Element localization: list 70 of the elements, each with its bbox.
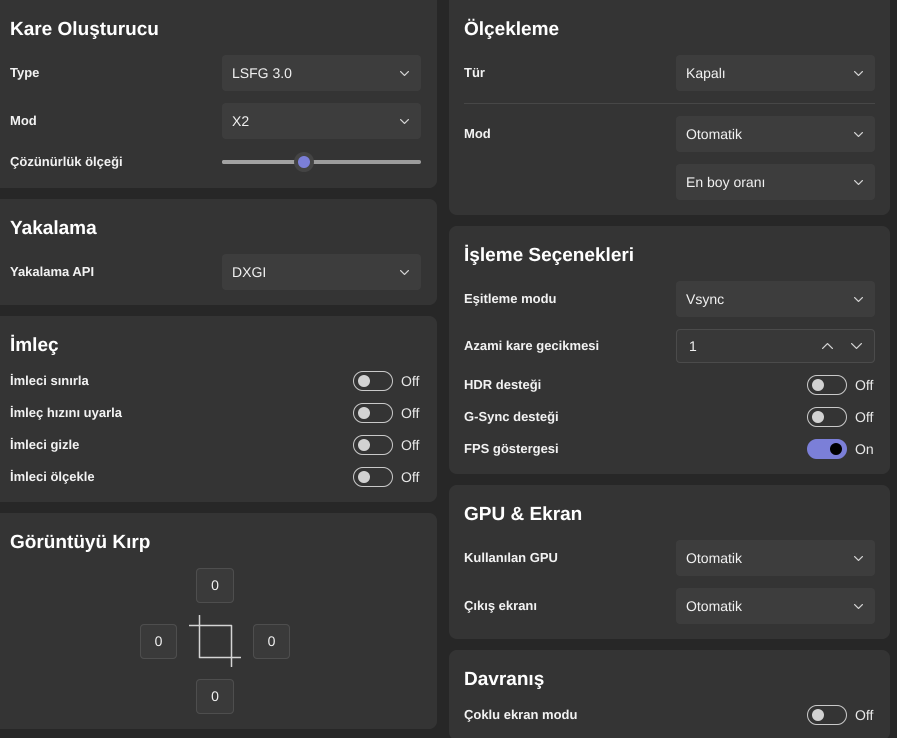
crop-icon [189, 615, 241, 667]
chevron-down-icon[interactable] [854, 70, 863, 76]
crop-value-field[interactable]: 0 [140, 624, 177, 658]
section-title: GPU & Ekran [464, 503, 584, 527]
setting-label: Yakalama API [10, 264, 94, 280]
section-title: İşleme Seçenekleri [464, 244, 636, 268]
chevron-down-icon[interactable] [851, 343, 862, 349]
dropdown[interactable]: LSFG 3.0 [222, 55, 421, 91]
toggle-switch[interactable] [353, 435, 393, 455]
dropdown[interactable]: Otomatik [676, 540, 875, 576]
setting-label: İmleci sınırla [10, 373, 89, 389]
toggle-state-text: Off [401, 372, 420, 390]
dropdown[interactable]: Otomatik [676, 588, 875, 624]
dropdown[interactable]: Otomatik [676, 116, 875, 152]
crop-value-field[interactable]: 0 [196, 568, 234, 603]
toggle-state-text: On [855, 440, 875, 458]
setting-label: Azami kare gecikmesi [464, 338, 600, 354]
setting-label: İmleci ölçekle [10, 469, 95, 485]
chevron-down-icon[interactable] [400, 70, 409, 76]
section-title: Davranış [464, 668, 546, 692]
crop-value-field[interactable]: 0 [196, 679, 234, 714]
section-title: Yakalama [10, 217, 98, 241]
toggle-state-text: Off [401, 468, 420, 486]
chevron-down-icon[interactable] [854, 132, 863, 136]
toggle-state-text: Off [855, 706, 874, 724]
setting-label: HDR desteği [464, 377, 542, 393]
section-title: Görüntüyü Kırp [10, 531, 152, 555]
toggle-state-text: Off [401, 436, 420, 454]
setting-label: Çıkış ekranı [464, 598, 537, 614]
setting-label: Çoklu ekran modu [464, 707, 578, 723]
toggle-switch[interactable] [807, 705, 847, 725]
toggle-switch[interactable] [353, 467, 393, 487]
chevron-down-icon[interactable] [854, 180, 863, 184]
setting-label: Type [10, 65, 40, 81]
chevron-down-icon[interactable] [854, 604, 863, 608]
dropdown[interactable]: Kapalı [676, 55, 875, 91]
setting-label: Mod [10, 113, 37, 129]
chevron-down-icon[interactable] [400, 118, 409, 124]
chevron-up-icon[interactable] [822, 343, 833, 349]
setting-label: Kullanılan GPU [464, 550, 558, 566]
toggle-switch[interactable] [807, 439, 847, 459]
toggle-switch[interactable] [807, 375, 847, 395]
toggle-switch[interactable] [353, 371, 393, 391]
setting-label: Mod [464, 126, 491, 142]
toggle-state-text: Off [401, 404, 420, 422]
dropdown[interactable]: En boy oranı [676, 164, 875, 200]
setting-label: Eşitleme modu [464, 291, 556, 307]
chevron-down-icon[interactable] [854, 296, 863, 302]
toggle-state-text: Off [855, 376, 874, 394]
setting-label: Tür [464, 65, 485, 81]
slider-thumb[interactable] [294, 152, 314, 172]
dropdown[interactable]: X2 [222, 103, 421, 139]
setting-label: Çözünürlük ölçeği [10, 154, 123, 170]
section-title: İmleç [10, 334, 60, 358]
toggle-state-text: Off [855, 408, 874, 426]
number-input[interactable]: 1 [676, 329, 875, 363]
slider-track[interactable] [222, 152, 421, 172]
setting-label: FPS göstergesi [464, 441, 559, 457]
chevron-down-icon[interactable] [400, 270, 409, 274]
setting-label: G-Sync desteği [464, 409, 559, 425]
dropdown[interactable]: DXGI [222, 254, 421, 290]
toggle-switch[interactable] [807, 407, 847, 427]
section-title: Ölçekleme [464, 18, 560, 42]
setting-label: İmleci gizle [10, 437, 80, 453]
crop-value-field[interactable]: 0 [253, 624, 290, 658]
chevron-down-icon[interactable] [854, 556, 863, 560]
dropdown[interactable]: Vsync [676, 281, 875, 317]
setting-label: İmleç hızını uyarla [10, 405, 122, 421]
section-title: Kare Oluşturucu [10, 18, 160, 42]
toggle-switch[interactable] [353, 403, 393, 423]
